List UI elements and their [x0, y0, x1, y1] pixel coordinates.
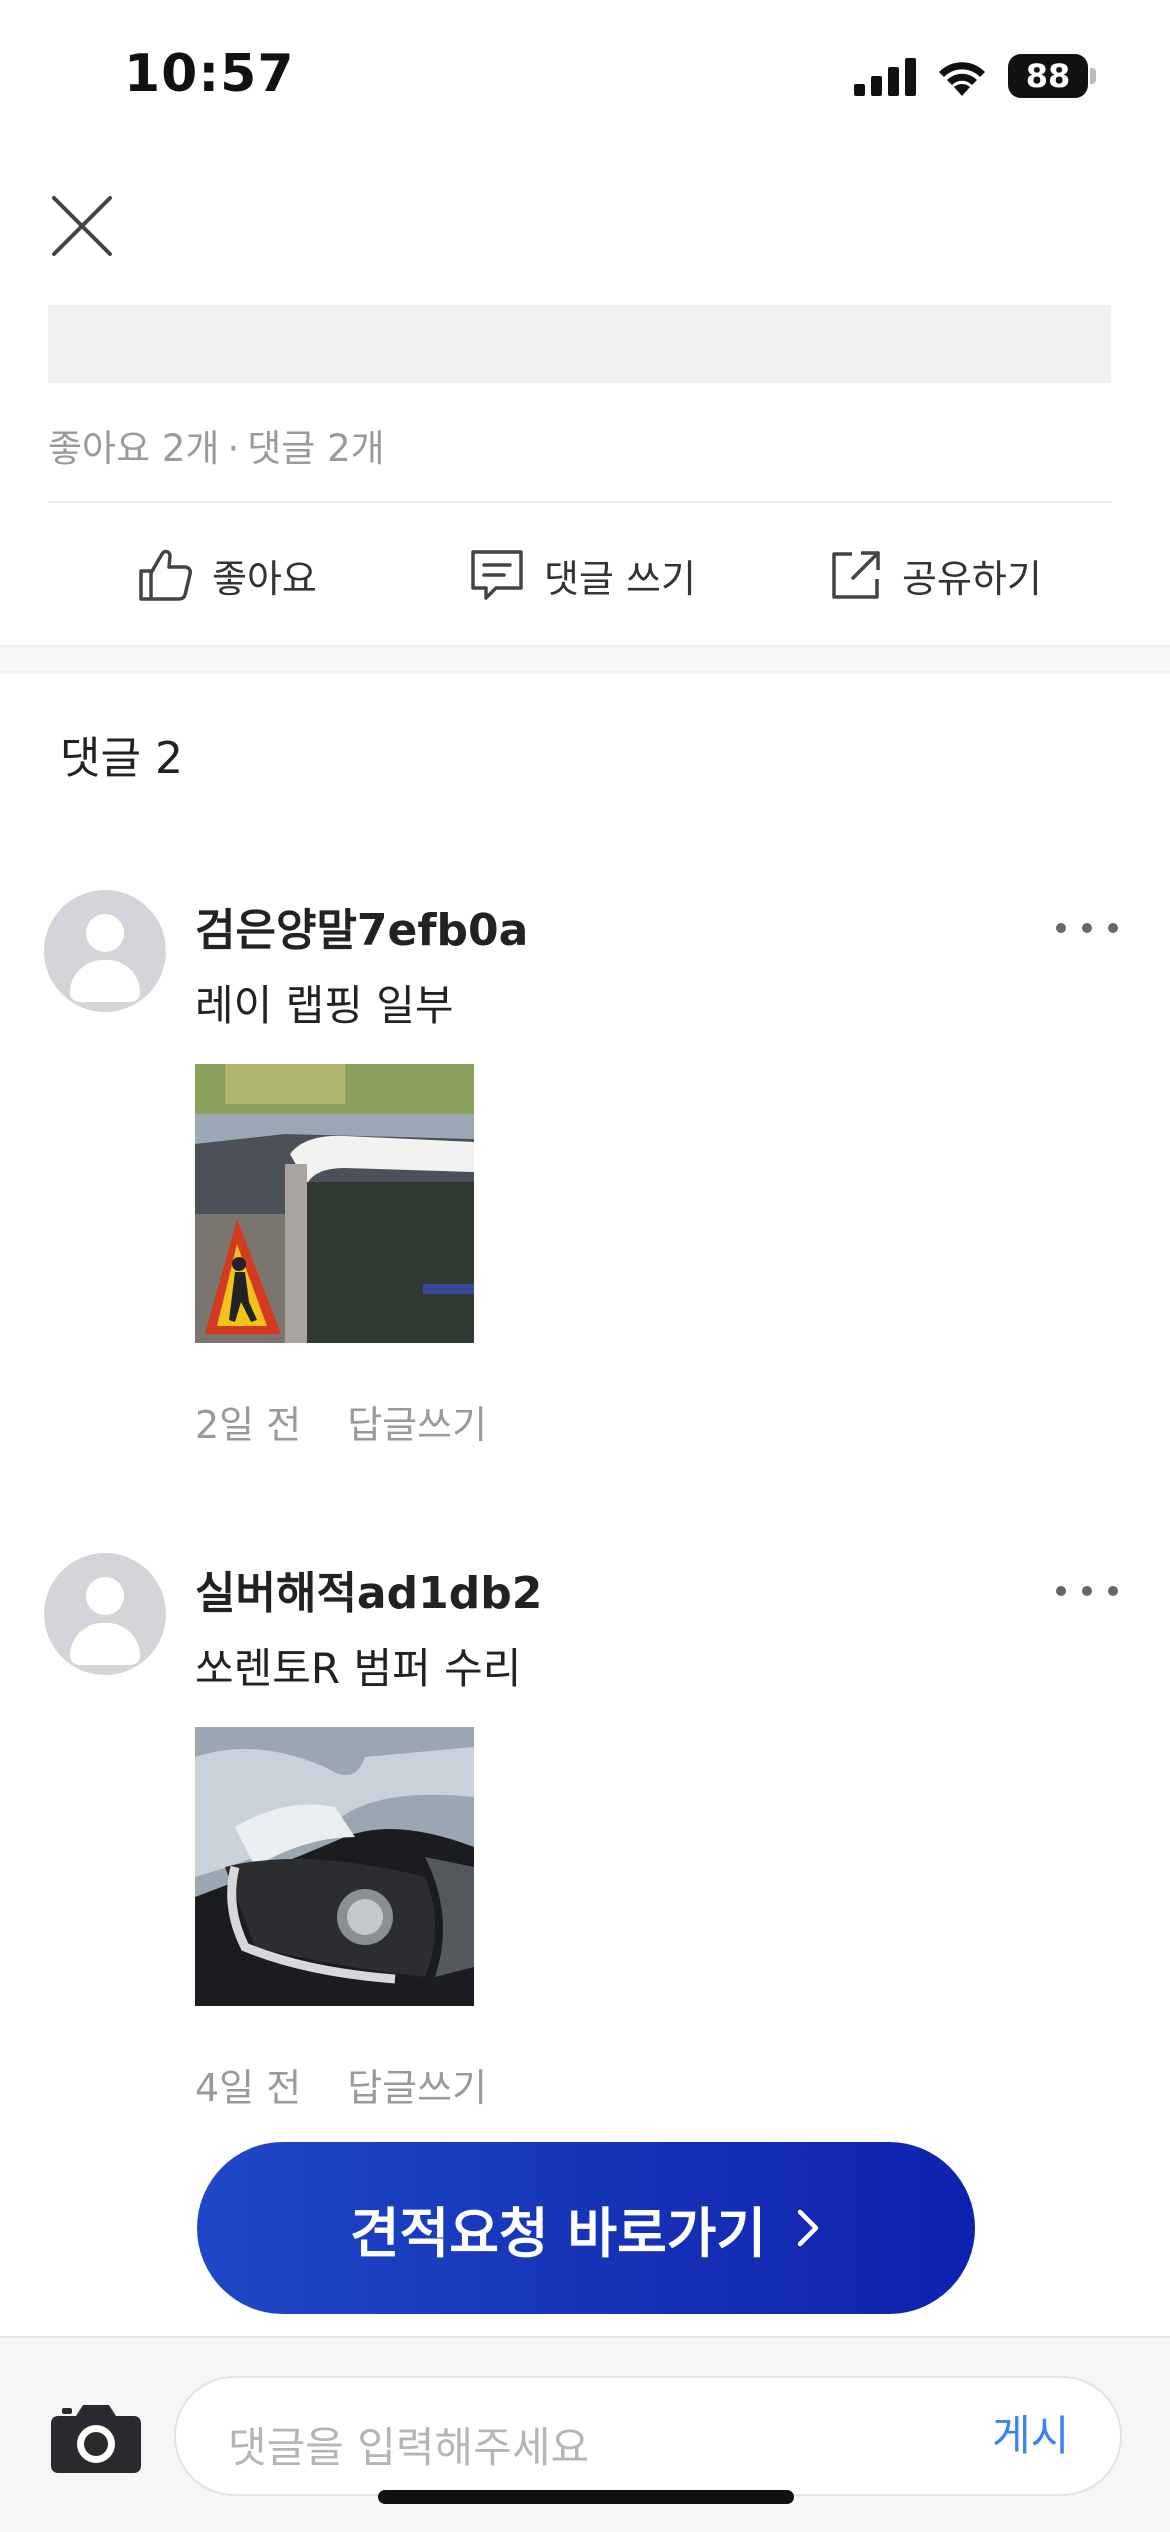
like-label: 좋아요 — [212, 556, 317, 601]
signal-icon — [854, 58, 916, 96]
chevron-right-icon — [797, 2209, 819, 2247]
wifi-icon — [939, 62, 985, 96]
battery-icon: 88 — [1008, 54, 1088, 98]
close-icon[interactable] — [46, 190, 118, 262]
avatar-head — [86, 914, 124, 952]
write-comment-label: 댓글 쓰기 — [544, 556, 696, 601]
car-bumper-damage-photo[interactable] — [195, 1727, 474, 2006]
thumbs-up-icon — [139, 549, 192, 601]
comment-input-placeholder: 댓글을 입력해주세요 — [228, 2423, 590, 2472]
car-window-wrapping-photo[interactable] — [195, 1064, 474, 1343]
section-divider — [0, 645, 1170, 673]
battery-level: 88 — [1025, 57, 1071, 95]
home-indicator — [378, 2490, 794, 2504]
avatar-head — [86, 1577, 124, 1615]
write-comment-button[interactable]: 댓글 쓰기 — [468, 540, 696, 610]
post-button[interactable]: 게시 — [992, 2402, 1069, 2463]
avatar-body — [70, 960, 140, 1002]
more-icon[interactable] — [1056, 918, 1118, 938]
post-title-placeholder — [48, 305, 1111, 383]
comment-icon — [471, 550, 523, 600]
divider — [48, 501, 1111, 503]
camera-icon[interactable] — [50, 2400, 142, 2474]
like-button[interactable]: 좋아요 — [136, 540, 317, 610]
comments-header: 댓글 2 — [60, 733, 183, 784]
avatar[interactable] — [44, 1553, 166, 1675]
comment-count: 댓글 2개 — [247, 427, 385, 470]
avatar[interactable] — [44, 890, 166, 1012]
request-quote-button[interactable]: 견적요청 바로가기 — [197, 2142, 975, 2314]
comment-time: 2일 전 — [195, 1403, 302, 1447]
comment-text: 레이 랩핑 일부 — [195, 981, 454, 1030]
comment-footer: 4일 전 답글쓰기 — [195, 2057, 487, 2112]
comment-username[interactable]: 실버해적ad1db2 — [195, 1557, 542, 1621]
request-quote-label: 견적요청 바로가기 — [349, 2201, 767, 2265]
share-icon — [832, 551, 880, 599]
comment-time: 4일 전 — [195, 2066, 302, 2110]
comment-input[interactable]: 댓글을 입력해주세요 — [174, 2376, 1122, 2496]
status-time: 10:57 — [124, 44, 295, 104]
comment-username[interactable]: 검은양말7efb0a — [195, 894, 528, 958]
status-bar: 10:57 88 — [0, 0, 1170, 150]
battery-cap — [1090, 68, 1096, 84]
like-count: 좋아요 2개 — [48, 427, 220, 470]
post-meta: 좋아요 2개 · 댓글 2개 — [48, 418, 385, 472]
share-button[interactable]: 공유하기 — [828, 540, 1042, 610]
comment-footer: 2일 전 답글쓰기 — [195, 1394, 487, 1449]
more-icon[interactable] — [1056, 1581, 1118, 1601]
meta-separator: · — [227, 427, 240, 470]
avatar-body — [70, 1623, 140, 1665]
reply-button[interactable]: 답글쓰기 — [347, 2066, 487, 2110]
share-label: 공유하기 — [902, 556, 1042, 601]
comment-text: 쏘렌토R 범퍼 수리 — [195, 1644, 522, 1693]
reply-button[interactable]: 답글쓰기 — [347, 1403, 487, 1447]
